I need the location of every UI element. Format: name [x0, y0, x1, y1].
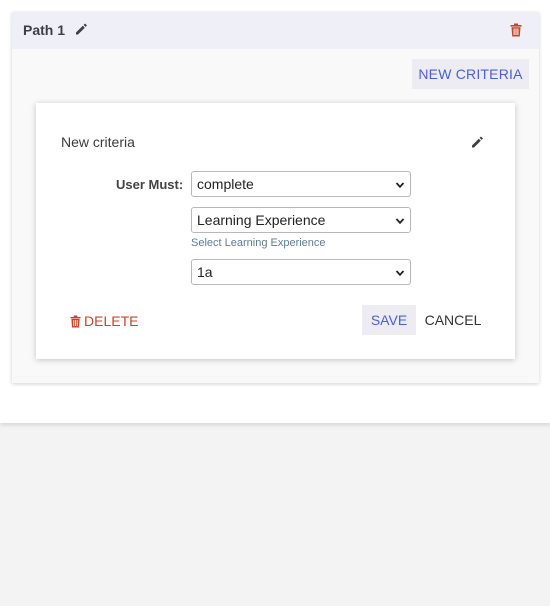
type-select-value: Learning Experience — [197, 212, 326, 228]
new-criteria-button[interactable]: NEW CRITERIA — [412, 59, 529, 89]
path-card: Path 1 NEW CRITERIA New criteria User Mu… — [12, 12, 539, 383]
item-select[interactable]: 1a — [191, 259, 411, 285]
action-select[interactable]: complete — [191, 171, 411, 197]
cancel-button[interactable]: CANCEL — [420, 305, 486, 335]
pencil-icon[interactable] — [74, 22, 88, 36]
delete-button-label: DELETE — [84, 313, 139, 329]
trash-icon[interactable] — [510, 23, 522, 37]
save-button[interactable]: SAVE — [362, 305, 416, 335]
type-select[interactable]: Learning Experience — [191, 207, 411, 233]
item-select-value: 1a — [197, 264, 213, 280]
main-panel: Path 1 NEW CRITERIA New criteria User Mu… — [0, 0, 550, 423]
user-must-label: User Must: — [116, 177, 184, 192]
path-header: Path 1 — [12, 12, 539, 49]
trash-icon — [70, 315, 81, 327]
pencil-icon[interactable] — [470, 135, 484, 149]
delete-button[interactable]: DELETE — [70, 311, 138, 331]
action-select-value: complete — [197, 176, 254, 192]
chevron-down-icon — [395, 182, 405, 189]
chevron-down-icon — [395, 270, 405, 277]
criteria-title: New criteria — [61, 134, 135, 150]
type-select-helper: Select Learning Experience — [191, 237, 326, 249]
criteria-card: New criteria User Must: complete Learnin… — [36, 103, 515, 359]
path-title: Path 1 — [23, 22, 66, 38]
chevron-down-icon — [395, 218, 405, 225]
